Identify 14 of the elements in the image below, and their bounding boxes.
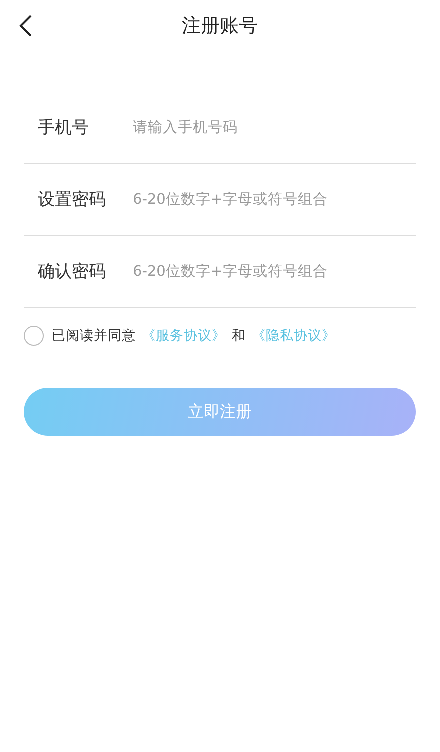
register-button[interactable]: 立即注册 [24, 388, 416, 436]
page-title: 注册账号 [182, 14, 258, 39]
field-label: 手机号 [37, 117, 90, 139]
agreement-text: 已阅读并同意 [52, 327, 136, 345]
privacy-agreement-link[interactable]: 《隐私协议》 [252, 327, 336, 345]
input-field[interactable]: 6-20位数字+字母或符号组合 [133, 184, 416, 214]
input-field[interactable]: 请输入手机号码 [133, 112, 416, 142]
input-field[interactable]: 6-20位数字+字母或符号组合 [133, 256, 416, 286]
agreement-text: 和 [232, 327, 246, 345]
agreement-checkbox[interactable] [24, 326, 44, 346]
back-icon[interactable] [19, 14, 33, 38]
service-agreement-link[interactable]: 《服务协议》 [142, 327, 226, 345]
field-label: 确认密码 [37, 261, 107, 283]
field-label: 设置密码 [37, 189, 107, 211]
